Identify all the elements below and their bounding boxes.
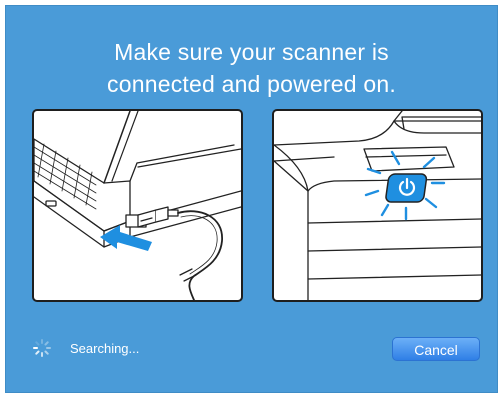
scanner-power-panel (272, 109, 483, 302)
instruction-heading-line1: Make sure your scanner is (114, 39, 389, 65)
status-text: Searching... (70, 340, 140, 356)
power-icon (385, 173, 428, 203)
loading-spinner-icon (33, 339, 51, 357)
cancel-button[interactable]: Cancel (392, 337, 480, 361)
scanner-power-button-illustration (274, 111, 481, 300)
scanner-setup-dialog: Make sure your scanner is connected and … (5, 5, 498, 393)
laptop-usb-connection-illustration (34, 111, 241, 300)
laptop-usb-panel (32, 109, 243, 302)
instruction-heading-line2: connected and powered on. (107, 71, 396, 97)
search-status: Searching... (32, 338, 139, 358)
instruction-heading: Make sure your scanner is connected and … (6, 36, 497, 100)
